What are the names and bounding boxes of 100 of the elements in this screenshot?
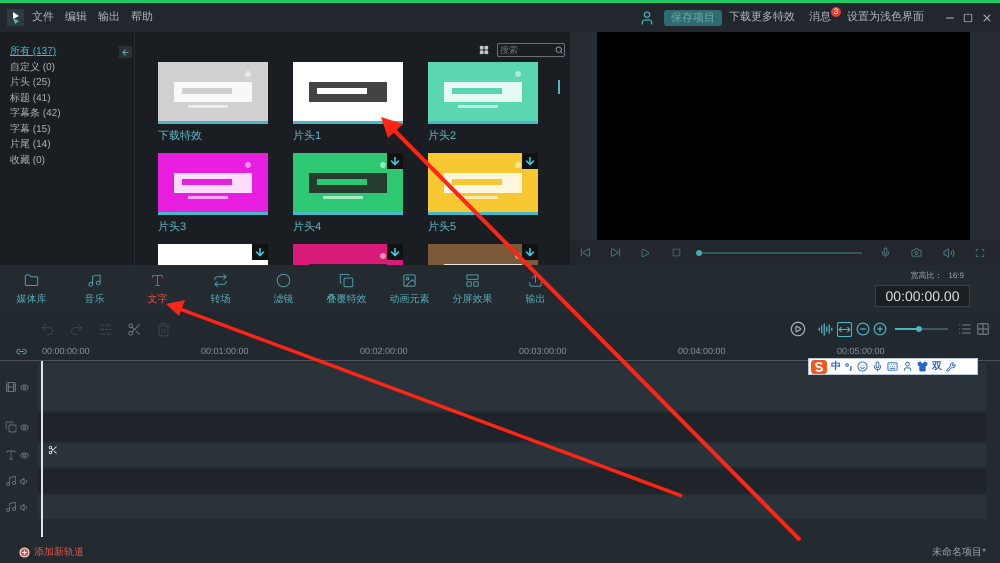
maximize-icon[interactable] <box>963 12 973 22</box>
download-icon[interactable] <box>522 244 538 260</box>
overlay-icon <box>339 273 354 288</box>
thumbnail-label: 片头1 <box>293 129 322 143</box>
thumbnail-label: 片头2 <box>428 129 458 143</box>
tab[interactable]: 转场 <box>189 273 252 307</box>
zoom-in-icon[interactable] <box>873 322 887 336</box>
arrow-left-icon <box>121 48 130 56</box>
add-track-link[interactable]: 添加新轨道 <box>34 544 84 560</box>
ruler-time-label: 00:01:00:00 <box>201 346 250 358</box>
overlay-icon <box>5 421 17 433</box>
close-icon[interactable] <box>981 12 993 24</box>
grid-view-icon[interactable] <box>479 45 489 55</box>
eye-icon[interactable] <box>20 422 29 432</box>
zoom-slider-thumb[interactable] <box>916 326 922 332</box>
image-icon <box>402 273 417 288</box>
scissors-icon[interactable] <box>127 322 142 336</box>
add-icon[interactable] <box>19 546 30 558</box>
tab[interactable]: 滤镜 <box>252 273 315 307</box>
width-mode-toggle[interactable]: 双 <box>932 359 942 374</box>
music-icon <box>5 501 17 513</box>
download-icon[interactable] <box>387 244 403 260</box>
download-more-link[interactable]: 下载更多特效 <box>729 9 795 26</box>
thumbnail-label: 片头4 <box>293 220 322 234</box>
input-method-logo-icon[interactable] <box>811 360 827 374</box>
download-icon[interactable] <box>387 153 403 169</box>
fit-timeline-icon[interactable] <box>837 322 852 336</box>
camera-icon[interactable] <box>911 247 922 258</box>
microphone-icon[interactable] <box>872 361 883 372</box>
input-mode-toggle[interactable]: 中 <box>831 359 841 374</box>
list-view-icon[interactable] <box>958 322 972 336</box>
category-item[interactable]: 标题 (41) <box>10 90 119 106</box>
thumbnail-label: 下载特效 <box>158 129 203 143</box>
aspect-ratio-label: 宽高比： <box>910 270 942 282</box>
category-item[interactable]: 片头 (25) <box>10 75 119 90</box>
category-item[interactable]: 收藏 (0) <box>10 152 119 168</box>
progress-thumb[interactable] <box>696 250 702 256</box>
speaker-icon[interactable] <box>20 476 29 486</box>
folder-icon <box>24 273 39 288</box>
timecode-display: 00:00:00.00 <box>875 285 970 307</box>
keyboard-icon[interactable] <box>887 361 898 372</box>
search-icon[interactable] <box>555 46 563 54</box>
eye-icon[interactable] <box>20 450 29 460</box>
user-icon[interactable] <box>639 10 655 26</box>
export-icon <box>528 273 543 288</box>
category-item[interactable]: 所有 (137) <box>10 44 119 60</box>
audio-mixer-icon[interactable] <box>818 322 833 336</box>
project-name: 未命名项目* <box>932 546 986 560</box>
tab[interactable]: 叠覆特效 <box>315 273 378 307</box>
tab[interactable]: 分屏效果 <box>441 273 504 307</box>
emoji-icon[interactable] <box>857 361 868 372</box>
menu-item[interactable]: 帮助 <box>131 9 153 26</box>
tab[interactable]: 文字 <box>126 273 189 307</box>
menu-item[interactable]: 文件 <box>32 9 54 26</box>
eye-icon[interactable] <box>20 382 29 392</box>
render-preview-icon[interactable] <box>790 321 806 337</box>
play-icon[interactable] <box>640 248 650 258</box>
speaker-icon[interactable] <box>20 502 29 512</box>
film-icon <box>5 381 17 393</box>
fullscreen-icon[interactable] <box>975 248 985 258</box>
microphone-icon[interactable] <box>880 247 891 258</box>
zoom-out-icon[interactable] <box>856 322 870 336</box>
download-icon[interactable] <box>522 153 538 169</box>
collapse-button[interactable] <box>119 46 132 58</box>
circle-icon <box>276 273 291 288</box>
category-item[interactable]: 自定义 (0) <box>10 60 119 75</box>
user-icon[interactable] <box>902 361 913 372</box>
scissors-icon[interactable] <box>48 445 58 455</box>
settings-icon[interactable] <box>946 362 956 372</box>
category-item[interactable]: 字幕 (15) <box>10 122 119 137</box>
stop-icon[interactable] <box>672 248 681 257</box>
light-theme-link[interactable]: 设置为浅色界面 <box>847 9 924 26</box>
punctuation-icon[interactable] <box>845 362 853 370</box>
volume-icon[interactable] <box>943 246 955 258</box>
ruler-time-label: 00:02:00:00 <box>360 346 409 358</box>
next-frame-icon[interactable] <box>610 247 621 258</box>
search-field[interactable]: 搜索 <box>497 43 565 57</box>
category-item[interactable]: 字幕条 (42) <box>10 106 119 122</box>
menu-item[interactable]: 输出 <box>98 9 120 26</box>
menu-item[interactable]: 编辑 <box>65 9 87 26</box>
text-icon <box>150 273 165 288</box>
download-icon[interactable] <box>252 244 268 260</box>
messages-link[interactable]: 消息 <box>809 9 831 26</box>
scrollbar-thumb[interactable] <box>558 80 560 94</box>
notification-badge: 3 <box>831 7 841 17</box>
thumbnail-label: 片头5 <box>428 220 458 234</box>
category-item[interactable]: 片尾 (14) <box>10 137 119 152</box>
link-icon[interactable] <box>16 346 26 357</box>
music-icon <box>87 273 102 288</box>
app-logo-icon <box>7 9 24 26</box>
tab[interactable]: 音乐 <box>63 273 126 307</box>
previous-frame-icon[interactable] <box>580 247 591 258</box>
skin-icon[interactable] <box>917 361 928 372</box>
tab[interactable]: 动画元素 <box>378 273 441 307</box>
transition-icon <box>213 273 228 288</box>
tab[interactable]: 媒体库 <box>0 273 63 307</box>
ruler-time-label: 00:00:00:00 <box>42 346 91 358</box>
tab[interactable]: 输出 <box>504 273 567 307</box>
ruler-time-label: 00:03:00:00 <box>519 346 568 358</box>
ruler-time-label: 00:05:00:00 <box>837 346 886 358</box>
